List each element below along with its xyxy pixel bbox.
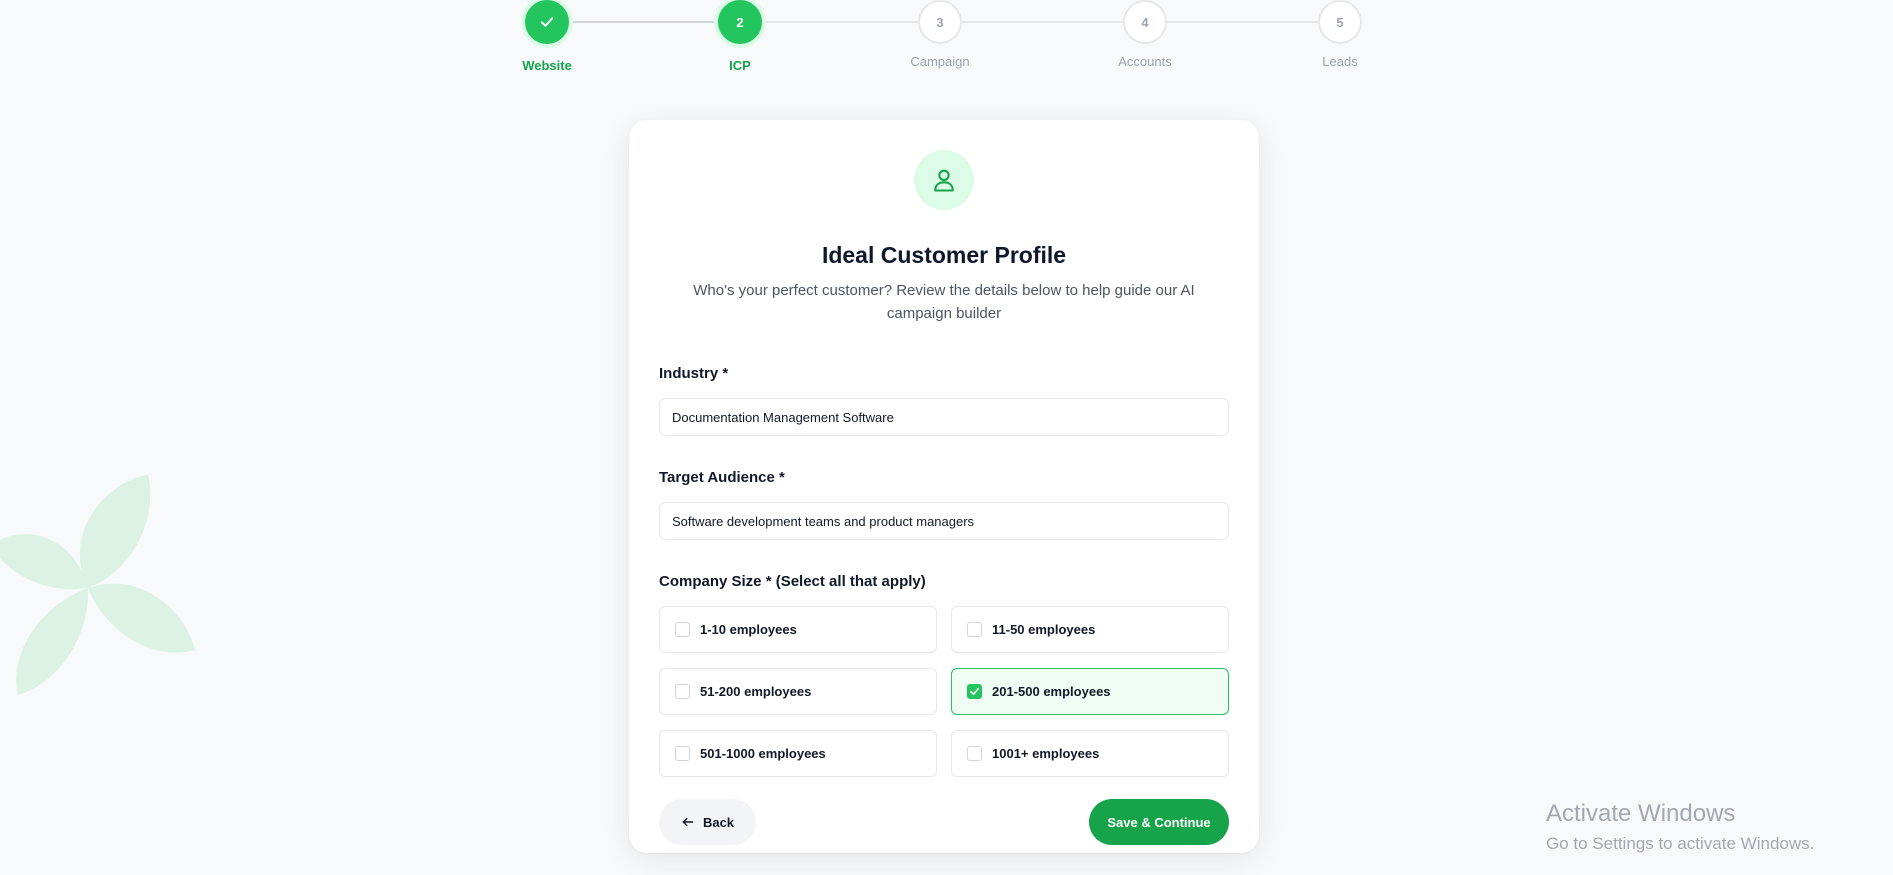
step-accounts[interactable]: 4 Accounts [1090,0,1200,69]
back-label: Back [702,814,735,830]
step-label: ICP [729,58,751,73]
save-continue-button[interactable]: Save & Continue [1089,799,1229,845]
watermark-subtitle: Go to Settings to activate Windows. [1546,834,1815,853]
step-campaign[interactable]: 3 Campaign [885,0,995,69]
save-continue-label: Save & Continue [1107,814,1211,830]
profile-avatar [914,150,974,210]
check-icon [970,687,979,696]
checkbox-checked[interactable] [967,684,982,699]
step-website[interactable]: Website [492,0,602,73]
industry-label: Industry * [659,365,729,382]
target-audience-label: Target Audience * [659,469,785,486]
user-icon [934,169,954,192]
option-label: 501-1000 employees [700,746,826,761]
form-actions: Back Save & Continue [659,799,1229,845]
company-size-option[interactable]: 11-50 employees [951,606,1229,653]
checkbox[interactable] [675,684,690,699]
company-size-option[interactable]: 51-200 employees [659,668,937,715]
step-label: Campaign [910,54,970,69]
decorative-leaves [0,475,195,695]
step-circle-active: 2 [714,0,766,48]
progress-stepper: Website 2 ICP 3 Campaign 4 Accounts 5 Le… [0,0,1893,80]
company-size-option-selected[interactable]: 201-500 employees [951,668,1229,715]
company-size-label: Company Size * (Select all that apply) [659,573,926,590]
back-button[interactable]: Back [659,799,756,845]
arrow-left-icon [682,817,694,827]
company-size-options: 1-10 employees 11-50 employees 51-200 em… [659,606,1229,777]
step-label: Website [522,58,572,73]
step-label: Leads [1322,54,1358,69]
watermark-title: Activate Windows [1546,800,1736,827]
step-label: Accounts [1118,54,1172,69]
option-label: 201-500 employees [992,684,1111,699]
checkbox[interactable] [967,746,982,761]
checkbox[interactable] [967,622,982,637]
step-circle: 4 [1123,0,1167,44]
check-icon [540,17,554,27]
option-label: 1-10 employees [700,622,797,637]
option-label: 11-50 employees [992,622,1096,637]
page-subtitle: Who's your perfect customer? Review the … [693,282,1195,322]
industry-value: Documentation Management Software [672,409,894,425]
step-circle-complete [521,0,573,48]
company-size-option[interactable]: 1-10 employees [659,606,937,653]
icp-card: Ideal Customer Profile Who's your perfec… [629,120,1259,853]
checkbox[interactable] [675,622,690,637]
step-circle: 5 [1318,0,1362,44]
step-icp[interactable]: 2 ICP [685,0,795,73]
step-leads[interactable]: 5 Leads [1285,0,1395,69]
company-size-option[interactable]: 501-1000 employees [659,730,937,777]
option-label: 51-200 employees [700,684,812,699]
checkbox[interactable] [675,746,690,761]
industry-input[interactable]: Documentation Management Software [659,398,1229,436]
windows-activation-watermark: Activate Windows Go to Settings to activ… [1546,800,1814,854]
target-audience-value: Software development teams and product m… [672,513,975,529]
option-label: 1001+ employees [992,746,1100,761]
page-title: Ideal Customer Profile [821,242,1067,268]
company-size-option[interactable]: 1001+ employees [951,730,1229,777]
step-circle: 3 [918,0,962,44]
target-audience-input[interactable]: Software development teams and product m… [659,502,1229,540]
